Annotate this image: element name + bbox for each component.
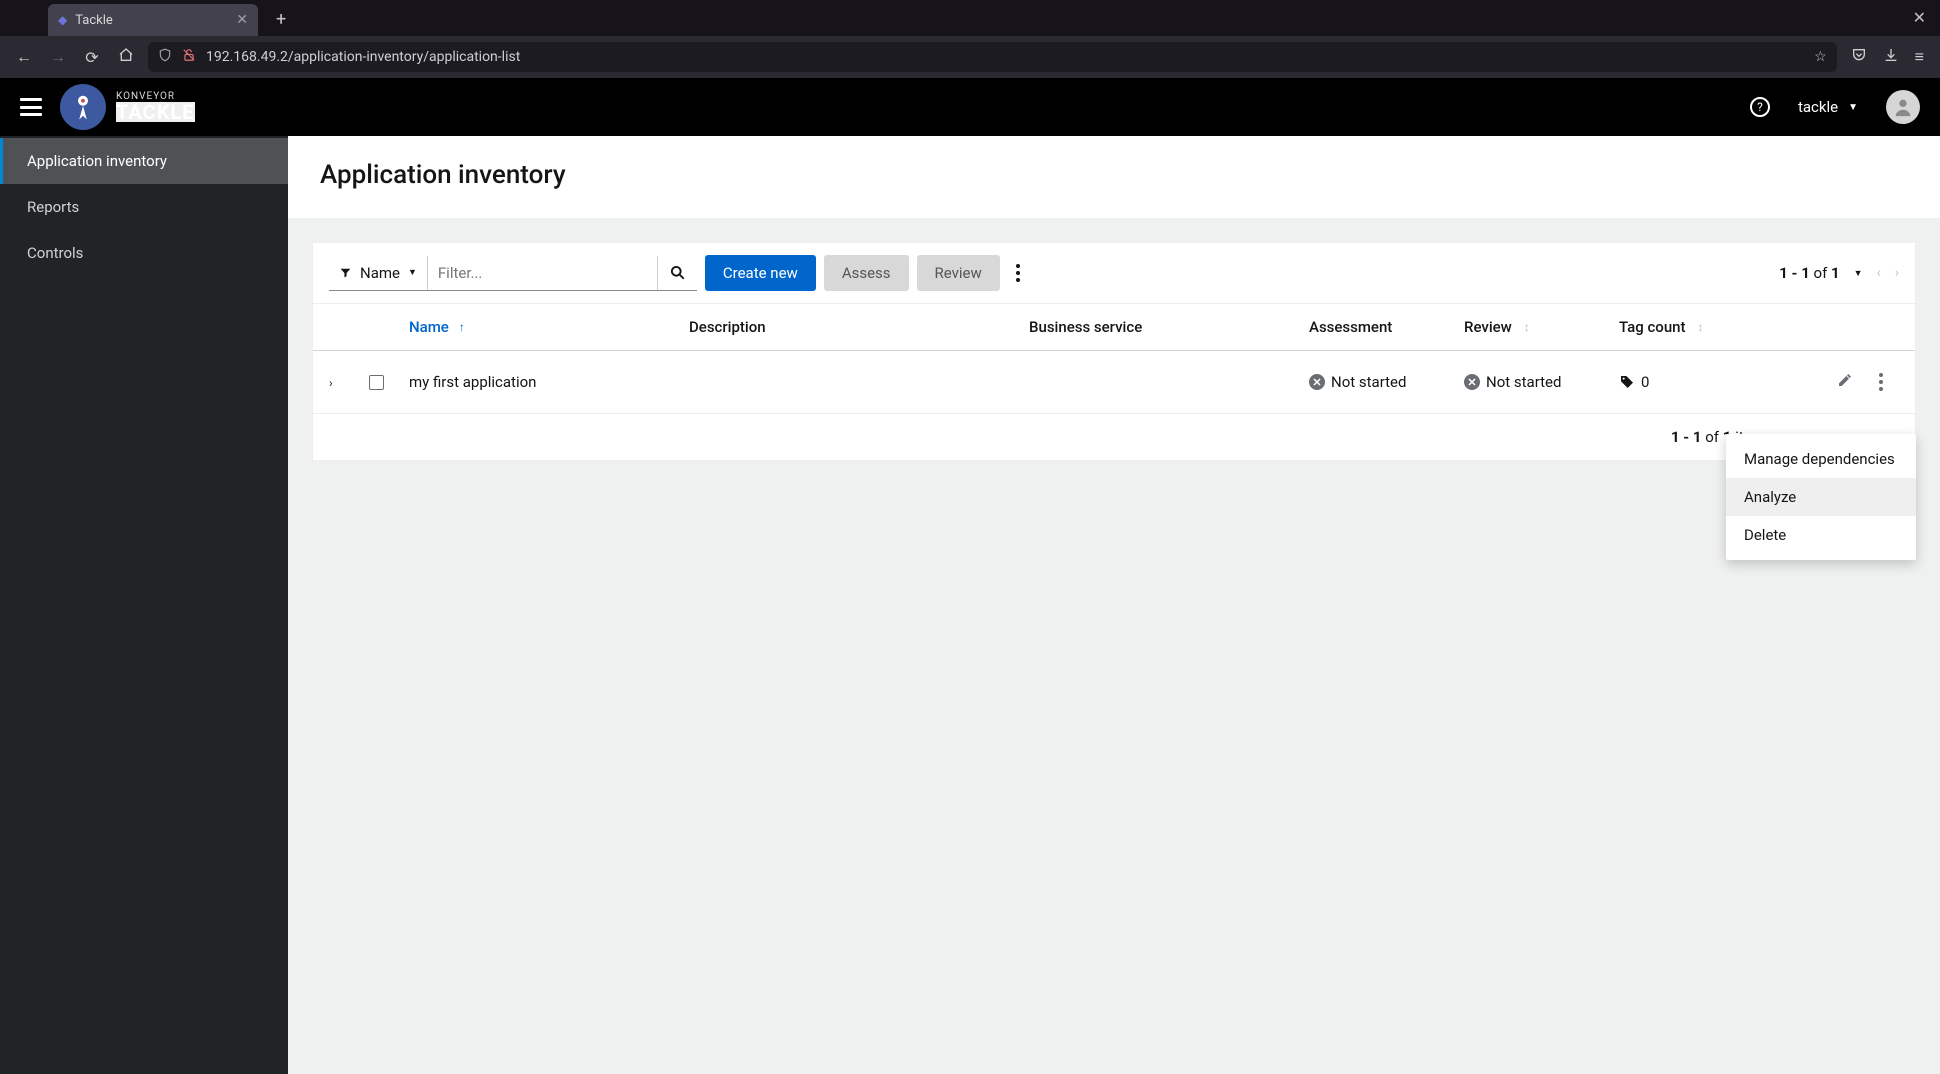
row-assessment-status: ✕ Not started	[1309, 373, 1464, 391]
tab-title: Tackle	[75, 13, 113, 28]
url-text: 192.168.49.2/application-inventory/appli…	[206, 49, 1804, 65]
page-header: Application inventory	[288, 136, 1940, 218]
filter-input[interactable]	[427, 256, 657, 290]
top-pager: 1 - 1 of 1 ▼ ‹ ›	[1779, 264, 1899, 282]
toolbar: Name ▼ Create new Assess Review	[313, 243, 1915, 303]
logo-mark-icon	[60, 84, 106, 130]
not-started-icon: ✕	[1464, 374, 1480, 390]
sort-icon: ↕	[1698, 320, 1704, 334]
sidebar-item-controls[interactable]: Controls	[0, 230, 288, 276]
browser-address-bar: ← → ⟳ 192.168.49.2/application-inventory…	[0, 36, 1940, 78]
sort-asc-icon: ↑	[459, 320, 465, 334]
tag-icon	[1619, 374, 1635, 390]
bookmark-star-icon[interactable]: ☆	[1814, 49, 1827, 65]
filter-attribute-select[interactable]: Name ▼	[329, 264, 427, 282]
back-icon[interactable]: ←	[12, 47, 36, 67]
row-review-status: ✕ Not started	[1464, 373, 1561, 391]
sidebar-item-application-inventory[interactable]: Application inventory	[0, 138, 288, 184]
col-header-name[interactable]: Name ↑	[409, 318, 689, 336]
user-menu[interactable]: tackle ▼	[1798, 98, 1858, 116]
home-icon[interactable]	[114, 47, 138, 67]
filter-group: Name ▼	[329, 255, 697, 291]
close-tab-icon[interactable]: ✕	[236, 12, 248, 28]
row-actions-menu: Manage dependencies Analyze Delete	[1726, 434, 1916, 560]
search-icon	[670, 265, 685, 280]
menu-item-manage-dependencies[interactable]: Manage dependencies	[1726, 440, 1916, 478]
page-title: Application inventory	[320, 160, 1908, 190]
col-header-description[interactable]: Description	[689, 318, 1029, 336]
masthead: KONVEYOR TACKLE ? tackle ▼	[0, 78, 1940, 136]
avatar[interactable]	[1886, 90, 1920, 124]
table-header: Name ↑ Description Business service Asse…	[313, 303, 1915, 351]
browser-tab[interactable]: ◆ Tackle ✕	[48, 4, 258, 36]
row-name: my first application	[409, 373, 536, 391]
downloads-icon[interactable]	[1883, 47, 1899, 67]
pocket-icon[interactable]	[1851, 47, 1867, 67]
sidebar: Application inventory Reports Controls	[0, 136, 288, 1074]
menu-item-analyze[interactable]: Analyze	[1726, 478, 1916, 516]
brand-logo[interactable]: KONVEYOR TACKLE	[60, 84, 195, 130]
forward-icon: →	[46, 47, 70, 67]
row-checkbox[interactable]	[369, 375, 384, 390]
reload-icon[interactable]: ⟳	[80, 48, 104, 67]
pager-range: 1 - 1 of 1	[1779, 264, 1839, 282]
bottom-pager: 1 - 1 of 1 items ▼ « ‹ › »	[313, 414, 1915, 460]
row-tag-count: 0	[1619, 373, 1649, 391]
create-new-button[interactable]: Create new	[705, 255, 816, 291]
url-box[interactable]: 192.168.49.2/application-inventory/appli…	[148, 42, 1837, 72]
edit-row-icon[interactable]	[1837, 372, 1853, 392]
sort-icon: ↕	[1524, 320, 1530, 334]
caret-down-icon[interactable]: ▼	[1854, 268, 1863, 279]
app-menu-icon[interactable]: ≡	[1915, 47, 1924, 67]
menu-item-delete[interactable]: Delete	[1726, 516, 1916, 554]
col-header-review[interactable]: Review ↕	[1464, 318, 1619, 336]
filter-attribute-label: Name	[360, 264, 400, 282]
caret-down-icon: ▼	[1848, 102, 1858, 113]
prev-page-icon: ‹	[1877, 265, 1881, 281]
next-page-icon: ›	[1895, 265, 1899, 281]
tab-favicon: ◆	[58, 13, 67, 27]
sidebar-item-label: Controls	[27, 244, 83, 262]
filter-search-button[interactable]	[657, 256, 697, 290]
toolbar-kebab[interactable]	[1008, 258, 1028, 288]
row-kebab[interactable]	[1871, 367, 1891, 397]
caret-down-icon: ▼	[408, 267, 417, 278]
sidebar-item-reports[interactable]: Reports	[0, 184, 288, 230]
browser-tab-strip: ◆ Tackle ✕ + ✕	[0, 0, 1940, 36]
new-tab-button[interactable]: +	[276, 9, 286, 30]
table-row: › my first application ✕ Not started	[313, 351, 1915, 414]
col-header-assessment[interactable]: Assessment	[1309, 318, 1464, 336]
window-close-icon[interactable]: ✕	[1913, 8, 1926, 27]
review-button[interactable]: Review	[917, 255, 1000, 291]
insecure-lock-icon	[182, 48, 196, 66]
not-started-icon: ✕	[1309, 374, 1325, 390]
sidebar-toggle[interactable]	[20, 98, 42, 116]
expand-row-icon[interactable]: ›	[329, 376, 333, 390]
shield-icon	[158, 48, 172, 66]
brand-title: TACKLE	[116, 102, 195, 122]
username-label: tackle	[1798, 98, 1838, 116]
filter-icon	[339, 266, 352, 279]
sidebar-item-label: Reports	[27, 198, 79, 216]
assess-button[interactable]: Assess	[824, 255, 909, 291]
sidebar-item-label: Application inventory	[27, 152, 167, 170]
col-header-business-service[interactable]: Business service	[1029, 318, 1309, 336]
col-header-tag-count[interactable]: Tag count ↕	[1619, 318, 1749, 336]
help-icon[interactable]: ?	[1750, 97, 1770, 117]
